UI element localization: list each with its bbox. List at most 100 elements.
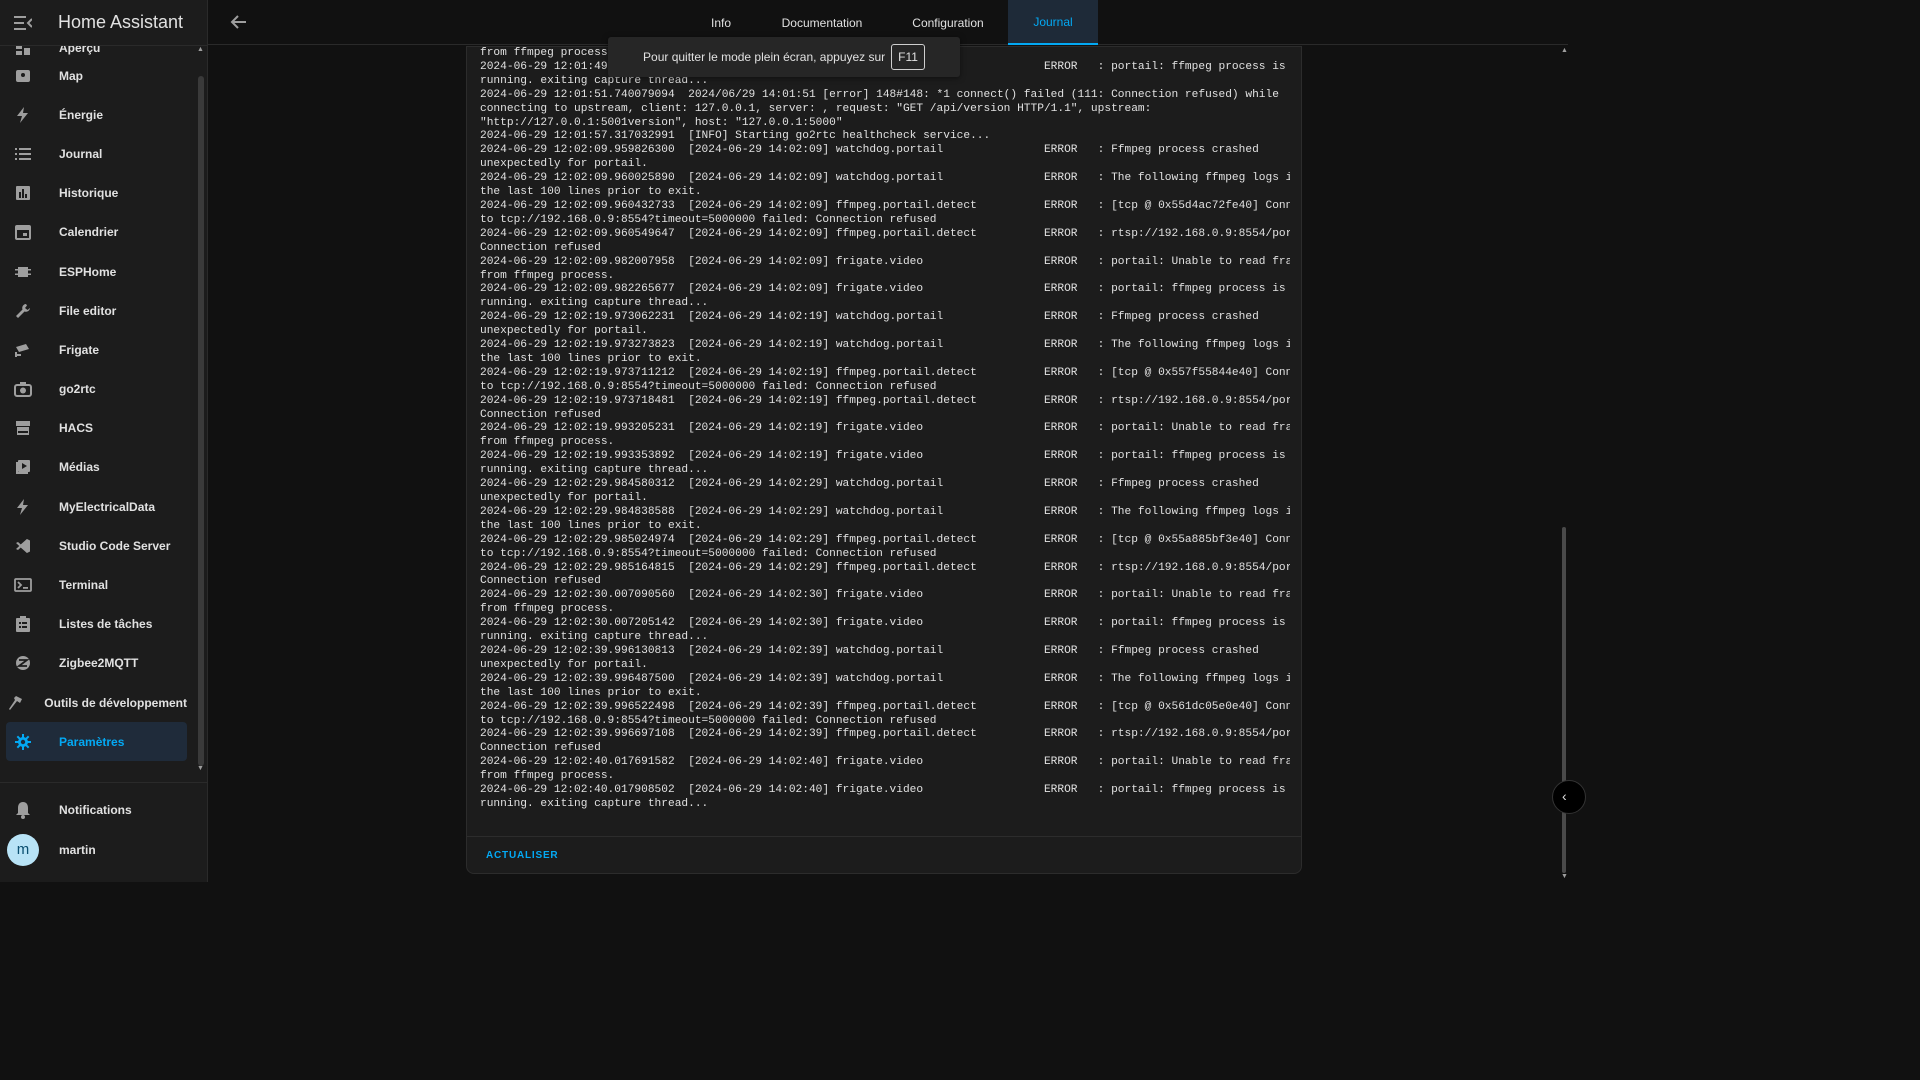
log-line: "http://127.0.0.1:5001version", host: "1… xyxy=(480,116,843,129)
log-line: from ffmpeg process. xyxy=(480,770,615,783)
sidebar-user[interactable]: m martin xyxy=(6,830,193,869)
log-line: running. exiting capture thread... xyxy=(480,631,709,644)
sidebar-item-listes-de-taches[interactable]: Listes de tâches xyxy=(6,605,187,644)
collapse-toggle-button[interactable]: ‹ xyxy=(1552,780,1586,814)
sidebar-item-calendrier[interactable]: Calendrier xyxy=(6,213,187,252)
sidebar-item-label: File editor xyxy=(59,303,117,318)
sidebar-item-label: Outils de développement xyxy=(44,695,187,710)
log-output: from ffmpeg process.2024-06-29 12:01:49.… xyxy=(480,47,1290,827)
sidebar-nav: Aperçu Map Énergie Journal Historique Calend… xyxy=(0,46,193,772)
log-line: 2024-06-29 12:02:40.017691582 [2024-06-2… xyxy=(480,756,1290,769)
log-line: 2024-06-29 12:02:09.959826300 [2024-06-2… xyxy=(480,144,1259,157)
refresh-button[interactable]: ACTUALISER xyxy=(486,850,558,861)
log-line: 2024-06-29 12:02:40.017908502 [2024-06-2… xyxy=(480,784,1290,797)
sidebar-item-label: go2rtc xyxy=(59,382,96,397)
sidebar-item-label: Terminal xyxy=(59,578,109,593)
chart-icon xyxy=(6,185,40,201)
menu-open-icon xyxy=(14,15,32,30)
tab-journal[interactable]: Journal xyxy=(1008,0,1098,45)
log-line: 2024-06-29 12:02:29.985024974 [2024-06-2… xyxy=(480,533,1290,546)
sidebar-item-energie[interactable]: Énergie xyxy=(6,95,187,134)
log-line: 2024-06-29 12:02:30.007205142 [2024-06-2… xyxy=(480,617,1290,630)
log-line: 2024-06-29 12:02:19.973062231 [2024-06-2… xyxy=(480,311,1259,324)
sidebar-item-go2rtc[interactable]: go2rtc xyxy=(6,370,187,409)
log-line: 2024-06-29 12:02:09.960025890 [2024-06-2… xyxy=(480,172,1290,185)
log-line: to tcp://192.168.0.9:8554?timeout=500000… xyxy=(480,380,937,393)
log-line: unexpectedly for portail. xyxy=(480,325,648,338)
camera-icon xyxy=(6,381,40,398)
sidebar-item-zigbee2mqtt[interactable]: Zigbee2MQTT xyxy=(6,644,187,683)
sidebar-notifications[interactable]: Notifications xyxy=(6,790,193,829)
sidebar-item-label: Historique xyxy=(59,186,119,201)
sidebar-item-hacs[interactable]: HACS xyxy=(6,409,187,448)
log-line: 2024-06-29 12:02:39.996697108 [2024-06-2… xyxy=(480,728,1290,741)
sidebar-item-label: MyElectricalData xyxy=(59,499,156,514)
wrench-icon xyxy=(6,303,40,319)
tab-label: Configuration xyxy=(912,15,984,30)
log-line: 2024-06-29 12:02:39.996487500 [2024-06-2… xyxy=(480,672,1290,685)
scroll-down-arrow-icon[interactable]: ▼ xyxy=(1561,873,1568,880)
bell-icon xyxy=(6,801,40,819)
sidebar-item-esphome[interactable]: ESPHome xyxy=(6,252,187,291)
chip-icon xyxy=(6,264,40,280)
sidebar-item-label: Frigate xyxy=(59,342,100,357)
user-name: martin xyxy=(59,842,96,857)
scroll-down-arrow-icon[interactable]: ▼ xyxy=(197,765,204,772)
sidebar-item-myelectricaldata[interactable]: MyElectricalData xyxy=(6,487,187,526)
sidebar-item-journal[interactable]: Journal xyxy=(6,134,187,173)
log-line: 2024-06-29 12:02:09.960549647 [2024-06-2… xyxy=(480,227,1290,240)
sidebar-divider xyxy=(0,782,208,783)
log-line: Connection refused xyxy=(480,241,601,254)
view-dashboard-icon xyxy=(6,46,40,56)
sidebar-item-studio-code-server[interactable]: Studio Code Server xyxy=(6,526,187,565)
log-line: 2024-06-29 12:02:29.985164815 [2024-06-2… xyxy=(480,561,1290,574)
sidebar-item-apercu[interactable]: Aperçu xyxy=(6,46,187,56)
sidebar-header: Home Assistant xyxy=(0,0,207,46)
sidebar-item-frigate[interactable]: Frigate xyxy=(6,330,187,369)
log-card: from ffmpeg process.2024-06-29 12:01:49.… xyxy=(466,46,1302,874)
sidebar-item-label: Aperçu xyxy=(59,46,101,55)
sidebar-item-historique[interactable]: Historique xyxy=(6,174,187,213)
cog-icon xyxy=(6,733,40,750)
sidebar-item-file-editor[interactable]: File editor xyxy=(6,291,187,330)
tab-label: Journal xyxy=(1033,14,1073,29)
back-button[interactable] xyxy=(228,11,250,38)
menu-toggle-button[interactable] xyxy=(0,15,46,30)
page-scrollbar[interactable]: ▲ ▼ xyxy=(1560,45,1568,882)
fullscreen-toast: Pour quitter le mode plein écran, appuye… xyxy=(608,37,960,77)
sidebar-scrollbar[interactable]: ▲ ▼ xyxy=(197,46,204,772)
log-line: 2024-06-29 12:02:19.973718481 [2024-06-2… xyxy=(480,394,1290,407)
log-line: from ffmpeg process. xyxy=(480,603,615,616)
log-line: 2024-06-29 12:02:09.960432733 [2024-06-2… xyxy=(480,199,1290,212)
sidebar-item-terminal[interactable]: Terminal xyxy=(6,565,187,604)
vscode-icon xyxy=(6,538,40,554)
log-line: 2024-06-29 12:02:39.996130813 [2024-06-2… xyxy=(480,644,1259,657)
arrow-left-icon xyxy=(230,15,246,29)
page-scrollbar-thumb[interactable] xyxy=(1562,527,1566,873)
sidebar-item-parametres[interactable]: Paramètres xyxy=(6,722,187,762)
avatar: m xyxy=(7,833,39,866)
lightning-icon xyxy=(6,106,40,123)
log-line: running. exiting capture thread... xyxy=(480,464,709,477)
scroll-up-arrow-icon[interactable]: ▲ xyxy=(1561,47,1568,54)
sidebar-item-label: ESPHome xyxy=(59,264,117,279)
sidebar-scrollbar-thumb[interactable] xyxy=(198,76,204,766)
log-line: connecting to upstream, client: 127.0.0.… xyxy=(480,102,1152,115)
clipboard-list-icon xyxy=(6,616,40,633)
log-line: to tcp://192.168.0.9:8554?timeout=500000… xyxy=(480,714,937,727)
sidebar-item-outils-de-developpement[interactable]: Outils de développement xyxy=(6,683,187,722)
sidebar: Home Assistant Aperçu Map Énergie Journal H… xyxy=(0,0,208,882)
store-icon xyxy=(6,420,40,436)
sidebar-item-label: Journal xyxy=(59,146,103,161)
log-line: unexpectedly for portail. xyxy=(480,658,648,671)
scroll-up-arrow-icon[interactable]: ▲ xyxy=(197,46,204,53)
sidebar-item-label: Listes de tâches xyxy=(59,617,153,632)
log-line: Connection refused xyxy=(480,575,601,588)
sidebar-item-label: Calendrier xyxy=(59,225,119,240)
sidebar-item-medias[interactable]: Médias xyxy=(6,448,187,487)
sidebar-item-map[interactable]: Map xyxy=(6,56,187,95)
log-line: 2024-06-29 12:02:19.973711212 [2024-06-2… xyxy=(480,366,1290,379)
card-divider xyxy=(467,836,1301,837)
map-icon xyxy=(6,68,40,84)
toast-text: Pour quitter le mode plein écran, appuye… xyxy=(643,50,886,64)
